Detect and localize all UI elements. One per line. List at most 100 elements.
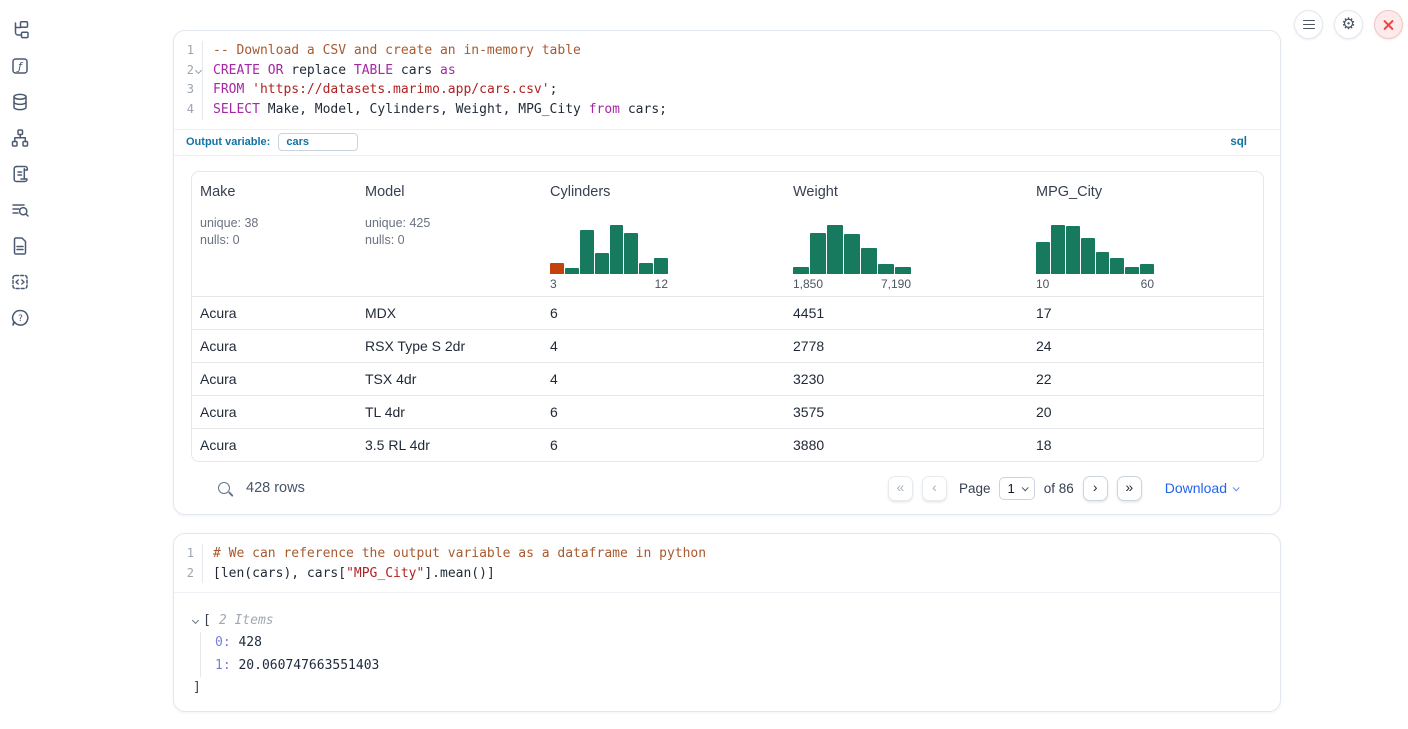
document-icon <box>10 236 30 261</box>
table-row[interactable]: AcuraTL 4dr6357520 <box>192 395 1263 428</box>
column-stat: unique: 38 <box>200 215 349 232</box>
code-line: 1 -- Download a CSV and create an in-memo… <box>174 41 1280 61</box>
code-token: Make, Model, Cylinders, Weight, MPG_City <box>260 102 589 117</box>
code-line: 2CREATE OR replace TABLE cars as <box>174 61 1280 81</box>
table-cell: 18 <box>1028 437 1263 453</box>
next-page-button[interactable]: › <box>1083 476 1108 501</box>
column-name: Cylinders <box>550 184 777 200</box>
table-cell: 24 <box>1028 338 1263 354</box>
code-token: "MPG_City" <box>346 566 424 581</box>
sidebar-item-dependency-graph[interactable] <box>10 130 30 150</box>
item-value: 428 <box>231 635 262 650</box>
table-cell: Acura <box>192 305 357 321</box>
sidebar-item-logs[interactable] <box>10 202 30 222</box>
download-button[interactable]: Download <box>1165 480 1238 496</box>
histogram-bar <box>1081 238 1095 274</box>
table-cell: TL 4dr <box>357 404 542 420</box>
sql-code-editor[interactable]: 1 -- Download a CSV and create an in-memo… <box>174 31 1280 130</box>
table-cell: 4 <box>542 338 785 354</box>
histogram-bar <box>1066 226 1080 274</box>
sidebar-item-functions[interactable]: ƒ <box>10 58 30 78</box>
last-page-button[interactable]: » <box>1117 476 1142 501</box>
histogram-bars <box>550 222 668 274</box>
column-header-make[interactable]: Make unique: 38nulls: 0 <box>192 172 357 296</box>
histogram-min-label: 3 <box>550 277 557 291</box>
output-variable-input[interactable] <box>278 133 358 151</box>
histogram-bar <box>1140 264 1154 274</box>
column-header-mpg_city[interactable]: MPG_City1060 <box>1028 172 1263 296</box>
language-badge: sql <box>1230 136 1247 148</box>
code-token: cars; <box>620 102 667 117</box>
table-cell: 22 <box>1028 371 1263 387</box>
close-bracket: ] <box>193 677 1280 698</box>
column-stats: unique: 38nulls: 0 <box>200 215 349 249</box>
table-cell: 6 <box>542 437 785 453</box>
item-key: 0: <box>215 635 231 650</box>
python-code-editor[interactable]: 1# We can reference the output variable … <box>174 534 1280 593</box>
python-output: [ 2 Items 0: 4281: 20.060747663551403 ] <box>174 593 1280 698</box>
histogram-bar <box>639 263 653 274</box>
table-row[interactable]: AcuraTSX 4dr4323022 <box>192 362 1263 395</box>
table-cell: 3575 <box>785 404 1028 420</box>
output-variable-label: Output variable: <box>186 136 270 148</box>
table-cell: 3880 <box>785 437 1028 453</box>
line-number: 2 <box>174 61 203 81</box>
sidebar-item-help[interactable]: ? <box>10 310 30 330</box>
column-header-weight[interactable]: Weight1,8507,190 <box>785 172 1028 296</box>
histogram-axis-labels: 3 12 <box>550 277 668 291</box>
search-icon[interactable] <box>218 482 230 494</box>
menu-button[interactable] <box>1294 10 1323 39</box>
histogram-max-label: 12 <box>655 277 668 291</box>
column-histogram: 1060 <box>1036 222 1154 291</box>
table-row[interactable]: AcuraRSX Type S 2dr4277824 <box>192 329 1263 362</box>
output-list-header[interactable]: [ 2 Items <box>193 610 1280 632</box>
line-number: 1 <box>174 544 203 564</box>
python-cell: 1# We can reference the output variable … <box>173 533 1281 712</box>
line-number: 3 <box>174 80 203 100</box>
sql-cell: 1 -- Download a CSV and create an in-memo… <box>173 30 1281 515</box>
sidebar-item-documentation[interactable] <box>10 238 30 258</box>
svg-text:ƒ: ƒ <box>16 60 24 73</box>
sidebar-item-snippets[interactable] <box>10 274 30 294</box>
settings-button[interactable]: ⚙ <box>1334 10 1363 39</box>
histogram-bar <box>1110 258 1124 274</box>
page-select-value: 1 <box>1007 481 1014 496</box>
histogram-bar <box>878 264 894 274</box>
column-name: Make <box>200 184 349 200</box>
table-cell: 17 <box>1028 305 1263 321</box>
code-token: SELECT <box>213 102 260 117</box>
sidebar-item-explorer[interactable] <box>10 22 30 42</box>
page-select[interactable]: 1 <box>999 477 1034 500</box>
table-cell: Acura <box>192 404 357 420</box>
first-page-button[interactable]: « <box>888 476 913 501</box>
table-cell: 4451 <box>785 305 1028 321</box>
histogram-bar <box>844 234 860 274</box>
table-cell: 6 <box>542 404 785 420</box>
column-header-model[interactable]: Modelunique: 425nulls: 0 <box>357 172 542 296</box>
code-token: FROM <box>213 82 244 97</box>
table-cell: 4 <box>542 371 785 387</box>
table-row[interactable]: Acura3.5 RL 4dr6388018 <box>192 428 1263 461</box>
column-name: Model <box>365 184 534 200</box>
previous-page-button[interactable]: ‹ <box>922 476 947 501</box>
sidebar: ƒ <box>10 22 34 330</box>
column-header-cylinders[interactable]: Cylinders 3 12 <box>542 172 785 296</box>
table-cell: 3230 <box>785 371 1028 387</box>
code-token: TABLE <box>354 63 393 78</box>
fold-chevron-icon[interactable] <box>195 67 202 74</box>
row-count: 428 rows <box>246 480 305 496</box>
line-number: 1 <box>174 41 203 61</box>
close-button[interactable] <box>1374 10 1403 39</box>
table-cell: Acura <box>192 371 357 387</box>
sidebar-item-scratchpad[interactable] <box>10 166 30 186</box>
table-row[interactable]: AcuraMDX6445117 <box>192 296 1263 329</box>
histogram-min-label: 1,850 <box>793 277 823 291</box>
histogram-bar <box>861 248 877 274</box>
code-token: -- Download a CSV and create an in-memor… <box>213 43 581 58</box>
histogram-bar <box>1125 267 1139 274</box>
sql-cell-output: Make unique: 38nulls: 0Modelunique: 425nu… <box>174 156 1280 515</box>
sidebar-item-datasources[interactable] <box>10 94 30 114</box>
code-text: -- Download a CSV and create an in-memor… <box>203 41 581 61</box>
table-cell: 2778 <box>785 338 1028 354</box>
histogram-max-label: 60 <box>1141 277 1154 291</box>
